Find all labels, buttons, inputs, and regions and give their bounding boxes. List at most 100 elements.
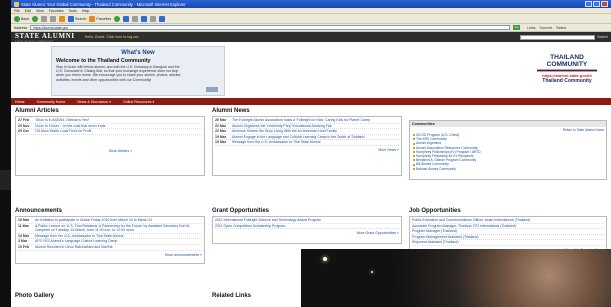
stop-icon[interactable] bbox=[41, 15, 47, 22]
list-item[interactable]: 10 Feb Alumni Reunited in Ubon Ratchathan… bbox=[18, 245, 202, 251]
forward-arrow-icon[interactable] bbox=[32, 15, 38, 22]
site-header: STATE ALUMNI YOUR GLOBAL COMMUNITY Hello… bbox=[11, 32, 611, 43]
banner: What's New Welcome to the Thailand Commu… bbox=[11, 42, 611, 98]
whats-new-more-button[interactable] bbox=[206, 87, 218, 92]
communities-section: Communities Return to State Alumni Home … bbox=[409, 120, 607, 180]
list-item[interactable]: 29 Oct ITA Alum Starts Local Fund for Pro… bbox=[18, 129, 202, 135]
announcements-section: Announcements 19 Mar An invitation to par… bbox=[15, 208, 205, 264]
section-title: Announcements bbox=[15, 208, 63, 214]
grants-section: Grant Opportunities 2011 International F… bbox=[212, 208, 402, 244]
left-dark-strip bbox=[0, 0, 11, 307]
bullet-icon bbox=[413, 146, 415, 149]
star-icon bbox=[89, 15, 96, 22]
toolbar: Back Search Favorites bbox=[11, 14, 611, 24]
edit-icon[interactable] bbox=[141, 15, 148, 22]
more-articles-link[interactable]: More Articles » bbox=[18, 149, 132, 153]
bullet-icon bbox=[413, 167, 415, 170]
back-arrow-icon bbox=[14, 15, 20, 22]
bullet-icon bbox=[413, 142, 415, 145]
bullet-icon bbox=[413, 163, 415, 166]
whats-new-title: What's New bbox=[121, 50, 155, 56]
articles-panel: 27 Feb 'Obon is in ASEAN, Obama is Yes!' … bbox=[15, 116, 205, 176]
bullet-icon bbox=[413, 150, 415, 153]
left-strip-highlight bbox=[0, 170, 11, 190]
convert-button[interactable]: Convert bbox=[540, 26, 553, 30]
maximize-icon[interactable] bbox=[593, 1, 600, 7]
minimize-icon[interactable] bbox=[585, 1, 592, 7]
alumni-news-section: Alumni News 26 Mar The Fulbright Alumni A… bbox=[212, 108, 402, 176]
state-alumni-logo[interactable]: STATE ALUMNI YOUR GLOBAL COMMUNITY bbox=[15, 32, 75, 43]
back-button[interactable]: Back bbox=[14, 15, 29, 22]
close-icon[interactable] bbox=[601, 1, 608, 7]
section-title: Photo Gallery bbox=[15, 293, 55, 299]
more-announcements-link[interactable]: More Announcements » bbox=[18, 253, 202, 257]
bullet-icon bbox=[413, 138, 415, 141]
nav-news-discussion[interactable]: News & Discussion ▾ bbox=[77, 100, 111, 104]
search-icon bbox=[68, 15, 74, 22]
section-title: Related Links bbox=[212, 293, 252, 299]
list-item[interactable]: Shipment Assistant (Thailand) bbox=[412, 240, 604, 246]
links-button[interactable]: Links bbox=[527, 26, 535, 30]
home-icon[interactable] bbox=[59, 15, 65, 22]
communities-box: Communities Return to State Alumni Home … bbox=[409, 120, 607, 180]
section-title: Alumni Articles bbox=[15, 108, 59, 114]
bullet-icon bbox=[413, 159, 415, 162]
nav-community-home[interactable]: Community Home bbox=[37, 100, 66, 104]
ie-icon bbox=[14, 1, 19, 7]
browser-window: State Alumni: Your Global Community - Th… bbox=[11, 0, 611, 307]
greeting-text[interactable]: Hello, Guest. Click here to log out. bbox=[85, 35, 140, 39]
list-item[interactable]: Bahrain Alumni Community bbox=[410, 167, 606, 171]
address-bar: Address https://alumni.state.gov Go Link… bbox=[11, 24, 611, 32]
list-item[interactable]: 2011 Open Competition Scholarship Progra… bbox=[215, 224, 399, 230]
select-button[interactable]: Select bbox=[556, 26, 566, 30]
favorites-button[interactable]: Favorites bbox=[89, 15, 111, 22]
site-search-input[interactable] bbox=[520, 34, 596, 40]
menu-edit[interactable]: Edit bbox=[25, 9, 31, 13]
search-button[interactable]: Search bbox=[68, 15, 86, 22]
whats-new-heading: Welcome to the Thailand Community bbox=[56, 58, 151, 64]
site-search: Search bbox=[520, 34, 611, 40]
jobs-section: Job Opportunities Public Education and C… bbox=[409, 208, 607, 252]
bullet-icon bbox=[413, 134, 415, 137]
section-title: Grant Opportunities bbox=[212, 208, 269, 214]
nav-online-resources[interactable]: Online Resources ▾ bbox=[123, 100, 154, 104]
more-news-link[interactable]: More News » bbox=[215, 148, 399, 152]
menu-file[interactable]: File bbox=[14, 9, 20, 13]
list-item[interactable]: 11 Mar A Public Lecture on 'U.S.-Thai Rel… bbox=[18, 224, 202, 234]
overlay-photo bbox=[301, 249, 611, 307]
whats-new-text: Stay in touch with fellow alumni, and wi… bbox=[56, 65, 182, 82]
messenger-icon[interactable] bbox=[159, 15, 166, 22]
light-glare bbox=[323, 257, 327, 261]
chevron-down-icon: ▾ bbox=[152, 99, 155, 104]
menu-favorites[interactable]: Favorites bbox=[49, 9, 64, 13]
site-nav: Home Community Home News & Discussion ▾ O… bbox=[11, 98, 611, 105]
nav-home[interactable]: Home bbox=[15, 100, 25, 104]
refresh-icon[interactable] bbox=[50, 15, 56, 22]
light-glare bbox=[371, 271, 373, 273]
thailand-community-logo: THAILAND COMMUNITY https://alumni.state.… bbox=[527, 54, 607, 84]
history-icon[interactable] bbox=[114, 15, 121, 22]
thai-flag-stripes bbox=[537, 69, 597, 72]
menu-tools[interactable]: Tools bbox=[69, 9, 77, 13]
section-title: Alumni News bbox=[212, 108, 250, 114]
grants-panel: 2011 International Fulbright Science and… bbox=[212, 216, 402, 244]
address-label: Address bbox=[14, 25, 28, 30]
section-title: Job Opportunities bbox=[409, 208, 461, 214]
title-bar: State Alumni: Your Global Community - Th… bbox=[11, 0, 611, 8]
bullet-icon bbox=[413, 155, 415, 158]
site-search-button[interactable]: Search bbox=[597, 35, 608, 39]
news-panel: 26 Mar The Fulbright Alumni Association h… bbox=[212, 116, 402, 176]
menu-help[interactable]: Help bbox=[82, 9, 89, 13]
address-input[interactable]: https://alumni.state.gov bbox=[30, 24, 511, 31]
chevron-down-icon: ▾ bbox=[109, 99, 111, 104]
discuss-icon[interactable] bbox=[150, 15, 157, 22]
menu-view[interactable]: View bbox=[36, 9, 44, 13]
photo-gallery-section: Photo Gallery bbox=[15, 293, 205, 301]
address-extras: Links Convert Select bbox=[527, 26, 566, 30]
more-grants-link[interactable]: More Grant Opportunities » bbox=[215, 231, 399, 235]
mail-icon[interactable] bbox=[123, 15, 130, 22]
print-icon[interactable] bbox=[132, 15, 139, 22]
go-button[interactable]: Go bbox=[513, 25, 521, 30]
list-item[interactable]: 15 Mar Message from the U.S. Ambassador t… bbox=[215, 140, 399, 146]
window-controls bbox=[585, 1, 608, 7]
